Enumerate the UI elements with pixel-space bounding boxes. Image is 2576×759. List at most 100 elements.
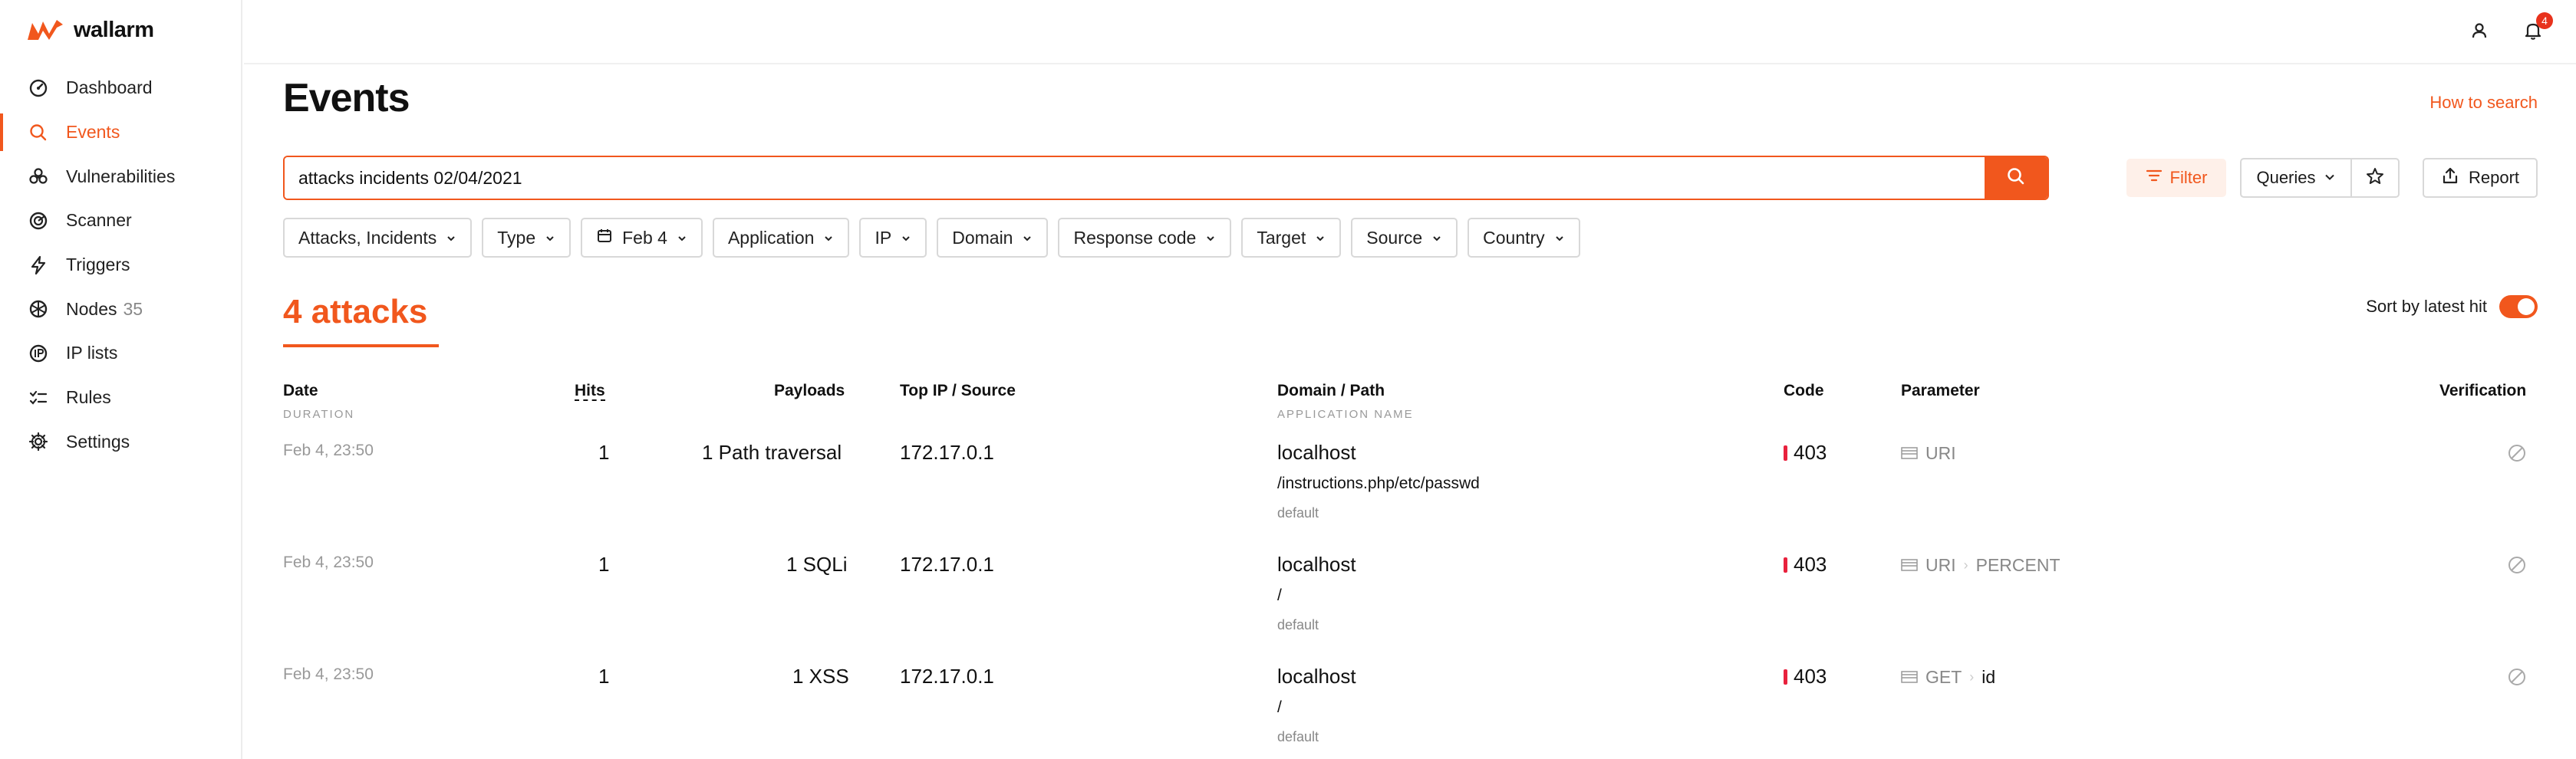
search-input[interactable]: [285, 157, 1985, 199]
sort-toggle[interactable]: [2499, 295, 2538, 318]
parameter-type-icon: [1901, 667, 1918, 688]
sidebar: wallarm Dashboard Events Vulnerabilities…: [0, 0, 242, 759]
sidebar-item-vulnerabilities[interactable]: Vulnerabilities: [0, 154, 242, 199]
row-parameter: URI › PERCENT: [1901, 555, 2060, 576]
verify-button[interactable]: [2507, 443, 2527, 467]
chip-label: IP: [875, 227, 892, 248]
chip-country[interactable]: Country: [1468, 218, 1580, 258]
row-path: /: [1277, 698, 1282, 716]
column-header-payloads: Payloads: [774, 382, 845, 399]
star-icon: [2365, 166, 2385, 190]
sidebar-item-label: Settings: [66, 431, 130, 452]
profile-button[interactable]: [2464, 17, 2495, 48]
queries-dropdown[interactable]: Queries: [2240, 158, 2352, 198]
sidebar-item-scanner[interactable]: Scanner: [0, 199, 242, 243]
disabled-circle-icon: [2507, 669, 2527, 690]
column-header-date[interactable]: Date: [283, 382, 318, 400]
chevron-down-icon: [545, 228, 555, 248]
filter-chips: Attacks, Incidents Type Feb 4 Applicatio…: [283, 218, 1580, 258]
chevron-right-icon: ›: [1963, 557, 1968, 573]
gear-icon: [28, 431, 49, 452]
row-ip: 172.17.0.1: [900, 553, 994, 576]
chevron-down-icon: [446, 228, 456, 248]
chip-ip[interactable]: IP: [859, 218, 927, 258]
ip-icon: [28, 343, 49, 364]
queries-label: Queries: [2256, 168, 2316, 187]
save-query-button[interactable]: [2352, 158, 2400, 198]
chevron-down-icon: [1315, 228, 1326, 248]
sidebar-item-nodes[interactable]: Nodes 35: [0, 287, 242, 331]
chip-source[interactable]: Source: [1351, 218, 1458, 258]
chip-label: Target: [1257, 227, 1306, 248]
parameter-type-icon: [1901, 555, 1918, 576]
dashboard-icon: [28, 77, 49, 99]
notifications-button[interactable]: 4: [2518, 12, 2553, 48]
brand-name: wallarm: [74, 17, 154, 42]
verify-button[interactable]: [2507, 555, 2527, 579]
sort-control: Sort by latest hit: [2366, 295, 2538, 318]
sidebar-item-label: Nodes: [66, 298, 117, 319]
sidebar-item-label: Triggers: [66, 255, 130, 275]
sidebar-item-label: Rules: [66, 387, 111, 408]
row-path: /: [1277, 586, 1282, 604]
parameter-type-icon: [1901, 443, 1918, 464]
wallarm-logo[interactable]: wallarm: [26, 17, 154, 43]
column-header-verification: Verification: [2439, 382, 2527, 399]
chip-domain[interactable]: Domain: [937, 218, 1049, 258]
nodes-icon: [28, 298, 49, 320]
chevron-down-icon: [1022, 228, 1033, 248]
sort-label: Sort by latest hit: [2366, 297, 2487, 316]
chevron-down-icon: [1205, 228, 1216, 248]
queries-group: Queries: [2240, 158, 2400, 198]
chevron-down-icon: [1431, 228, 1442, 248]
status-indicator: [1784, 669, 1787, 685]
column-header-hits[interactable]: Hits: [575, 382, 605, 401]
search-bar: [283, 156, 2049, 200]
column-header-parameter: Parameter: [1901, 382, 1980, 399]
sidebar-item-dashboard[interactable]: Dashboard: [0, 66, 242, 110]
how-to-search-link[interactable]: How to search: [2429, 93, 2538, 113]
user-icon: [2469, 21, 2489, 44]
chip-type[interactable]: Type: [482, 218, 572, 258]
radar-icon: [28, 210, 49, 232]
notifications-badge: 4: [2536, 12, 2553, 29]
report-button[interactable]: Report: [2423, 158, 2538, 198]
column-header-source: Top IP / Source: [900, 382, 1016, 399]
search-icon: [28, 122, 49, 143]
chevron-down-icon: [2324, 168, 2336, 188]
chip-target[interactable]: Target: [1241, 218, 1342, 258]
chevron-down-icon: [901, 228, 911, 248]
search-button[interactable]: [1985, 157, 2047, 199]
chip-date[interactable]: Feb 4: [581, 218, 703, 258]
row-hits: 1: [598, 553, 610, 576]
sidebar-item-settings[interactable]: Settings: [0, 420, 242, 465]
row-date: Feb 4, 23:50: [283, 665, 374, 683]
chip-response-code[interactable]: Response code: [1058, 218, 1232, 258]
sidebar-item-label: Vulnerabilities: [66, 166, 176, 186]
row-application: default: [1277, 617, 1319, 632]
calendar-icon: [596, 227, 613, 248]
sidebar-item-events[interactable]: Events: [0, 110, 242, 155]
sidebar-nav: Dashboard Events Vulnerabilities Scanner…: [0, 66, 242, 464]
filter-button[interactable]: Filter: [2126, 159, 2226, 197]
chip-label: Domain: [952, 227, 1013, 248]
sidebar-item-label: IP lists: [66, 343, 118, 363]
active-tab-indicator: [283, 344, 439, 347]
top-bar: 4: [244, 0, 2576, 64]
row-domain: localhost: [1277, 553, 1356, 576]
verify-button[interactable]: [2507, 667, 2527, 691]
chevron-down-icon: [1554, 228, 1565, 248]
attacks-count-tab[interactable]: 4 attacks: [283, 293, 427, 331]
row-parameter: GET › id: [1901, 667, 1995, 688]
wallarm-logo-icon: [26, 17, 64, 43]
row-ip: 172.17.0.1: [900, 665, 994, 688]
row-code: 403: [1784, 441, 1827, 465]
sidebar-item-ip-lists[interactable]: IP lists: [0, 331, 242, 376]
row-payload: 1 SQLi: [786, 553, 848, 576]
sidebar-item-triggers[interactable]: Triggers: [0, 243, 242, 288]
status-indicator: [1784, 445, 1787, 461]
sidebar-item-rules[interactable]: Rules: [0, 376, 242, 420]
chip-application[interactable]: Application: [712, 218, 850, 258]
chip-event-type[interactable]: Attacks, Incidents: [283, 218, 473, 258]
row-hits: 1: [598, 441, 610, 464]
